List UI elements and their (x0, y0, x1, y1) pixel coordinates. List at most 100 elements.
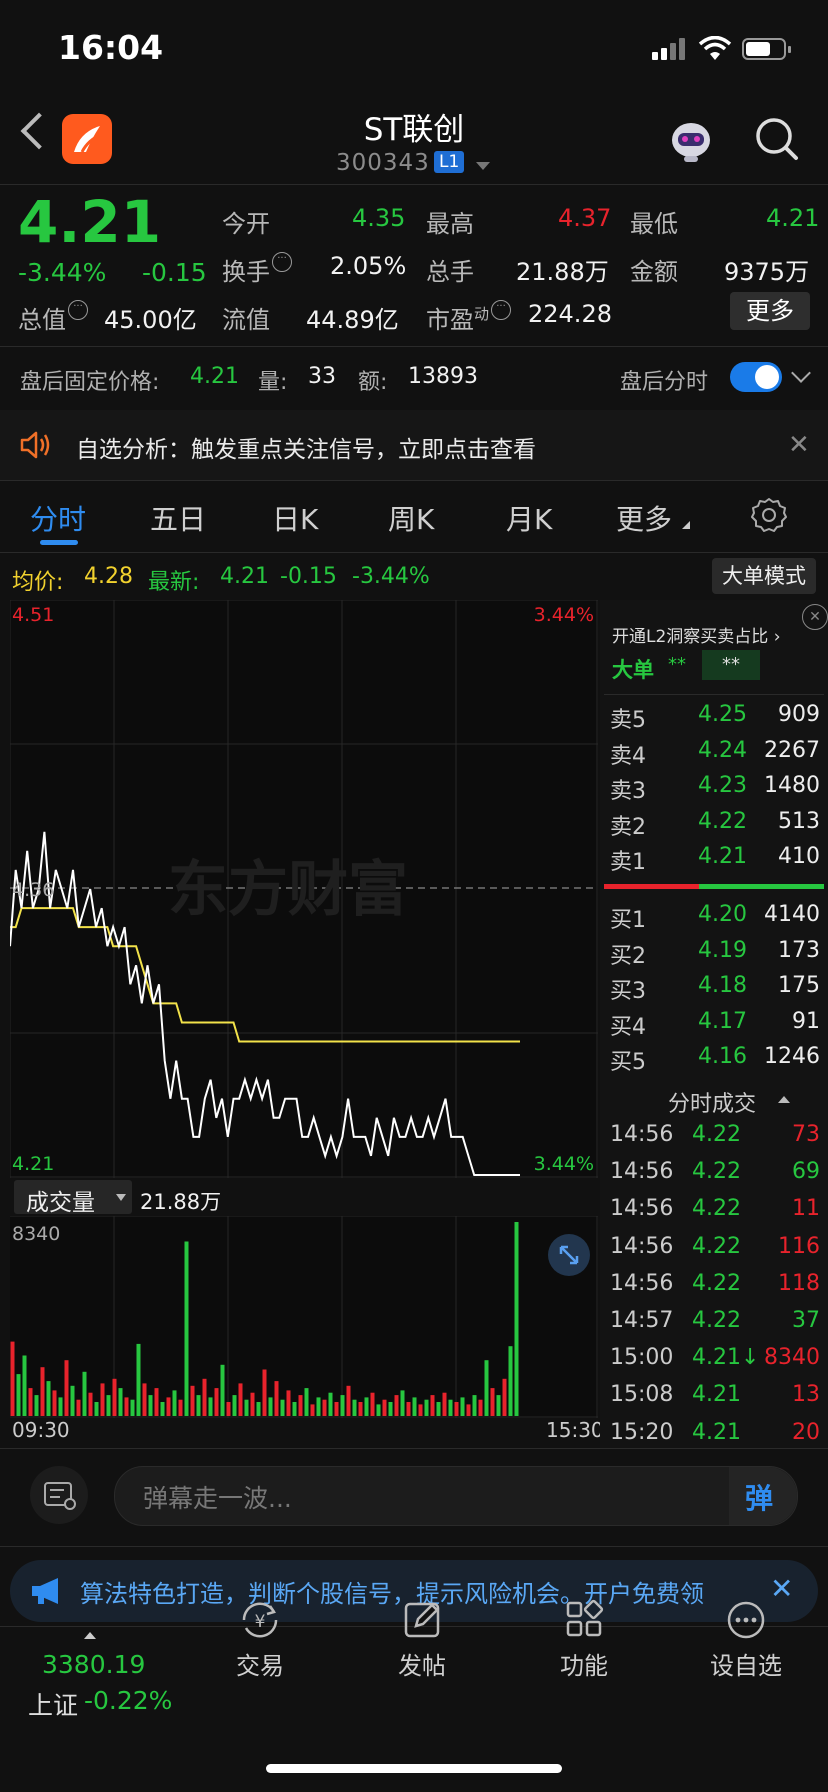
volume-bar (196, 1395, 201, 1416)
level-label: 买5 (610, 1050, 646, 1075)
big-order-mode-button[interactable]: 大单模式 (712, 558, 816, 594)
tab-monthly-k[interactable]: 月K (506, 498, 552, 538)
tick-volume: 69 (792, 1159, 820, 1185)
buy-level-row[interactable]: 买3 4.18 175 (610, 973, 820, 1007)
pct-bottom-label: 3.44% (534, 1153, 594, 1175)
trade-tick-row[interactable]: 14:57 4.22 37 (606, 1308, 820, 1342)
volume-bar (238, 1383, 243, 1416)
tab-intraday[interactable]: 分时 (30, 498, 86, 538)
index-value[interactable]: 3380.19 (42, 1650, 145, 1679)
index-expand-triangle-icon[interactable] (84, 1632, 96, 1639)
more-dots-icon[interactable]: ··· (491, 300, 512, 320)
volume-bar (64, 1360, 69, 1416)
expand-icon[interactable] (548, 1234, 590, 1276)
tab-more[interactable]: 更多 (616, 498, 672, 538)
latest-price: 4.21 (220, 564, 269, 589)
volume-bar (310, 1404, 315, 1416)
buy-level-row[interactable]: 买1 4.20 4140 (610, 902, 820, 936)
notice-bar[interactable]: 自选分析：触发重点关注信号，立即点击查看 ✕ (0, 410, 828, 480)
sell-level-row[interactable]: 卖2 4.22 513 (610, 809, 820, 843)
sell-level-row[interactable]: 卖1 4.21 410 (610, 844, 820, 878)
level-volume: 410 (778, 844, 820, 869)
danmu-input[interactable]: 弹幕走一波... 弹 (114, 1466, 798, 1526)
stat-value-turnover: 2.05% (330, 252, 407, 280)
danmu-send-button[interactable]: 弹 (745, 1477, 773, 1517)
trade-tick-row[interactable]: 14:56 4.22 73 (606, 1122, 820, 1156)
settings-gear-icon[interactable] (750, 496, 788, 534)
index-percent[interactable]: -0.22% (84, 1686, 172, 1715)
tick-volume: 11 (792, 1196, 820, 1222)
sell-level-row[interactable]: 卖4 4.24 2267 (610, 738, 820, 772)
sell-level-row[interactable]: 卖5 4.25 909 (610, 702, 820, 736)
volume-bar (70, 1385, 75, 1416)
level-price: 4.21 (698, 844, 747, 869)
after-hours-toggle[interactable] (730, 362, 782, 392)
after-hours-amt-label: 额: (358, 370, 388, 395)
volume-bar (166, 1397, 171, 1416)
volume-bar (226, 1402, 231, 1416)
trade-tick-row[interactable]: 14:56 4.22 69 (606, 1159, 820, 1193)
l2-prompt[interactable]: 开通L2洞察买卖占比 › (612, 622, 781, 647)
volume-bar (364, 1397, 369, 1416)
tick-time: 15:08 (610, 1382, 674, 1408)
nav-trade[interactable]: ¥ 交易 (190, 1598, 330, 1681)
tab-daily-k[interactable]: 日K (272, 498, 318, 538)
change-percent: -3.44% (18, 258, 107, 287)
trade-tick-row[interactable]: 14:56 4.22 11 (606, 1196, 820, 1230)
more-dots-icon[interactable]: ··· (68, 300, 88, 320)
volume-bar (394, 1395, 399, 1416)
volume-bar (118, 1388, 123, 1416)
trade-tick-row[interactable]: 15:00 4.21↓ 8340 (606, 1345, 820, 1379)
tab-weekly-k[interactable]: 周K (388, 498, 434, 538)
volume-bar (232, 1395, 237, 1416)
tab-underline (40, 540, 78, 545)
trade-tick-row[interactable]: 14:56 4.22 118 (606, 1271, 820, 1305)
stat-label: 流值 (222, 306, 270, 334)
level-price: 4.17 (698, 1008, 747, 1034)
stat-value-volume: 21.88万 (516, 258, 609, 286)
status-time: 16:04 (58, 28, 164, 67)
volume-chart[interactable]: 8340 (10, 1216, 598, 1418)
danmu-toggle-icon[interactable] (30, 1466, 88, 1524)
tab-five-day[interactable]: 五日 (150, 498, 206, 538)
buy-level-row[interactable]: 买2 4.19 173 (610, 938, 820, 972)
tick-time: 14:56 (610, 1196, 674, 1222)
close-icon[interactable]: ✕ (802, 604, 828, 630)
ticks-title[interactable]: 分时成交 (668, 1086, 756, 1118)
volume-bar (244, 1399, 249, 1416)
sort-triangle-icon[interactable] (778, 1096, 790, 1103)
chevron-down-icon[interactable] (791, 363, 811, 383)
nav-function[interactable]: 功能 (514, 1598, 654, 1681)
index-name[interactable]: 上证 (28, 1686, 78, 1722)
chevron-down-icon[interactable] (476, 162, 490, 170)
avg-price-value: 4.28 (84, 564, 133, 589)
intraday-price-chart[interactable]: 东方财富 4.51 4.36 4.21 3.44% 3.44% (10, 600, 598, 1178)
buy-level-row[interactable]: 买4 4.17 91 (610, 1009, 820, 1043)
volume-bar (208, 1397, 213, 1416)
volume-bar (376, 1404, 381, 1416)
volume-bar (214, 1388, 219, 1416)
level-label: 卖2 (610, 814, 646, 840)
megaphone-icon (32, 1578, 58, 1604)
volume-bar (382, 1399, 387, 1416)
level-price: 4.23 (698, 773, 747, 798)
sell-level-row[interactable]: 卖3 4.23 1480 (610, 773, 820, 807)
volume-bar (490, 1388, 495, 1416)
more-stats-button[interactable]: 更多 (730, 292, 810, 330)
volume-selector[interactable]: 成交量 (14, 1180, 132, 1216)
nav-add-favorite[interactable]: 设自选 (676, 1598, 816, 1681)
robot-assistant-icon[interactable] (666, 116, 716, 166)
stat-label: 总值 ··· (18, 300, 88, 335)
more-dots-icon[interactable]: ··· (272, 252, 292, 272)
level-badge[interactable]: L1 (434, 151, 465, 173)
nav-post[interactable]: 发帖 (352, 1598, 492, 1681)
trade-tick-row[interactable]: 15:08 4.21 13 (606, 1382, 820, 1416)
level-volume: 91 (792, 1008, 820, 1034)
trade-tick-row[interactable]: 14:56 4.22 116 (606, 1234, 820, 1268)
search-icon[interactable] (754, 116, 800, 162)
buy-level-row[interactable]: 买5 4.16 1246 (610, 1044, 820, 1078)
stock-code: 300343 (336, 150, 430, 176)
volume-bar (10, 1341, 15, 1416)
y-top-label: 4.51 (12, 604, 54, 626)
close-icon[interactable]: ✕ (788, 430, 810, 460)
